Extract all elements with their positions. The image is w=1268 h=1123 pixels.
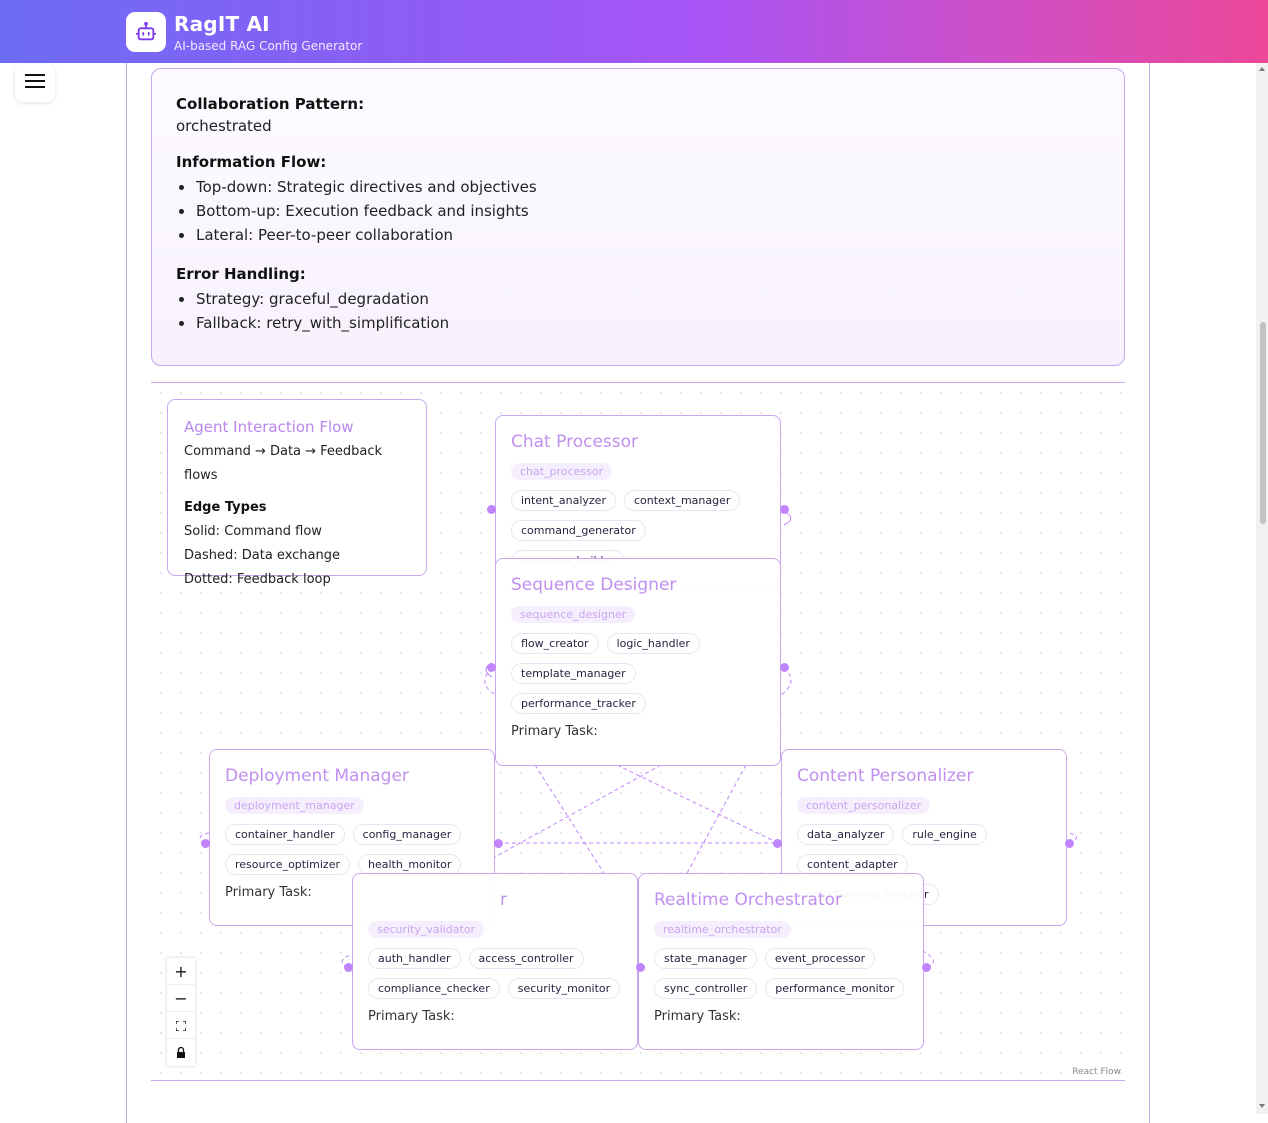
collaboration-info-card: Collaboration Pattern: orchestrated Info… [151,68,1125,366]
node-title: Content Personalizer [797,766,974,786]
page-scrollbar[interactable] [1256,63,1268,1114]
node-id-badge: sequence_designer [511,606,636,623]
error-handling-list: Strategy: graceful_degradation Fallback:… [176,287,1100,335]
node-handle[interactable] [344,963,353,972]
lock-button[interactable] [167,1039,195,1066]
info-flow-label: Information Flow: [176,153,327,171]
node-handle[interactable] [780,663,789,672]
capability-tag: data_analyzer [797,824,895,845]
node-title: Deployment Manager [225,766,409,786]
capability-tag: config_manager [352,824,462,845]
legend-dashed: Dashed: Data exchange [184,548,340,563]
app-title: RagIT AI [174,12,270,36]
capability-tag: rule_engine [902,824,987,845]
collab-pattern-label: Collaboration Pattern: [176,95,365,113]
edge-dashed [534,764,606,876]
scroll-up-arrow-icon[interactable] [1259,67,1265,71]
legend-dotted: Dotted: Feedback loop [184,572,331,587]
menu-button[interactable] [15,64,55,102]
node-handle[interactable] [487,663,496,672]
zoom-out-button[interactable]: − [167,985,195,1012]
node-handle[interactable] [773,839,782,848]
node-realtime-orchestrator[interactable]: Realtime Orchestrator realtime_orchestra… [638,873,924,1050]
list-item: Top-down: Strategic directives and objec… [176,175,1100,199]
collab-pattern-value: orchestrated [176,117,272,135]
node-sequence-designer[interactable]: Sequence Designer sequence_designer flow… [495,558,781,766]
capability-tag: template_manager [511,663,636,684]
capability-list: container_handler config_manager resourc… [225,824,481,875]
node-title: r [500,890,507,910]
legend-subtitle: Command → Data → Feedback flows [184,444,383,483]
capability-list: flow_creator logic_handler template_mana… [511,633,767,714]
capability-tag: content_adapter [797,854,908,875]
legend-edge-types-label: Edge Types [184,500,267,515]
scroll-down-arrow-icon[interactable] [1259,1104,1265,1108]
flow-canvas[interactable]: Agent Interaction Flow Command → Data → … [151,382,1125,1081]
list-item: Bottom-up: Execution feedback and insigh… [176,199,1100,223]
node-handle[interactable] [780,505,789,514]
capability-tag: security_monitor [507,978,621,999]
capability-tag: access_controller [468,948,584,969]
capability-tag: performance_monitor [765,978,905,999]
capability-tag: auth_handler [368,948,461,969]
node-title: Sequence Designer [511,575,677,595]
node-title: Realtime Orchestrator [654,890,843,910]
capability-tag: context_manager [623,490,741,511]
capability-list: auth_handler access_controller complianc… [368,948,624,999]
primary-task-label: Primary Task: [511,724,598,739]
node-id-badge: content_personalizer [797,797,931,814]
robot-icon [126,12,166,52]
primary-task-label: Primary Task: [368,1009,455,1024]
app-subtitle: AI-based RAG Config Generator [174,39,363,53]
edge-dashed [780,667,792,696]
node-handle[interactable] [922,963,931,972]
node-id-badge: chat_processor [511,463,613,480]
flow-controls: + − [167,958,195,1066]
legend-solid: Solid: Command flow [184,524,322,539]
node-id-badge: realtime_orchestrator [654,921,791,938]
edge-dashed [616,764,779,844]
node-handle[interactable] [487,505,496,514]
legend-panel: Agent Interaction Flow Command → Data → … [167,399,427,587]
hamburger-icon [25,73,45,93]
node-handle[interactable] [494,839,503,848]
capability-tag: intent_analyzer [511,490,616,511]
capability-tag: health_monitor [358,854,462,875]
capability-tag: resource_optimizer [225,854,350,875]
fit-view-icon [175,1016,187,1035]
lock-icon [176,1043,186,1062]
node-title: Chat Processor [511,432,639,452]
capability-list: state_manager event_processor sync_contr… [654,948,910,999]
capability-tag: performance_tracker [511,693,646,714]
legend-title: Agent Interaction Flow [184,418,354,436]
node-handle[interactable] [636,963,645,972]
node-handle[interactable] [201,839,210,848]
zoom-in-button[interactable]: + [167,958,195,985]
list-item: Fallback: retry_with_simplification [176,311,1100,335]
list-item: Strategy: graceful_degradation [176,287,1100,311]
capability-tag: event_processor [764,948,876,969]
node-id-badge: deployment_manager [225,797,364,814]
list-item: Lateral: Peer-to-peer collaboration [176,223,1100,247]
primary-task-label: Primary Task: [654,1009,741,1024]
react-flow-attribution[interactable]: React Flow [1072,1067,1121,1077]
node-handle[interactable] [1065,839,1074,848]
capability-tag: logic_handler [606,633,700,654]
error-handling-label: Error Handling: [176,265,306,283]
edge-dashed [492,764,662,859]
scrollbar-thumb[interactable] [1260,322,1266,524]
edge-dashed [685,764,747,876]
capability-tag: command_generator [511,520,646,541]
node-security-validator[interactable]: r security_validator auth_handler access… [352,873,638,1050]
capability-tag: sync_controller [654,978,758,999]
fit-view-button[interactable] [167,1012,195,1039]
capability-tag: state_manager [654,948,757,969]
node-id-badge: security_validator [368,921,485,938]
capability-tag: compliance_checker [368,978,500,999]
capability-tag: flow_creator [511,633,599,654]
capability-tag: container_handler [225,824,345,845]
app-header: RagIT AI AI-based RAG Config Generator [0,0,1268,63]
info-flow-list: Top-down: Strategic directives and objec… [176,175,1100,247]
